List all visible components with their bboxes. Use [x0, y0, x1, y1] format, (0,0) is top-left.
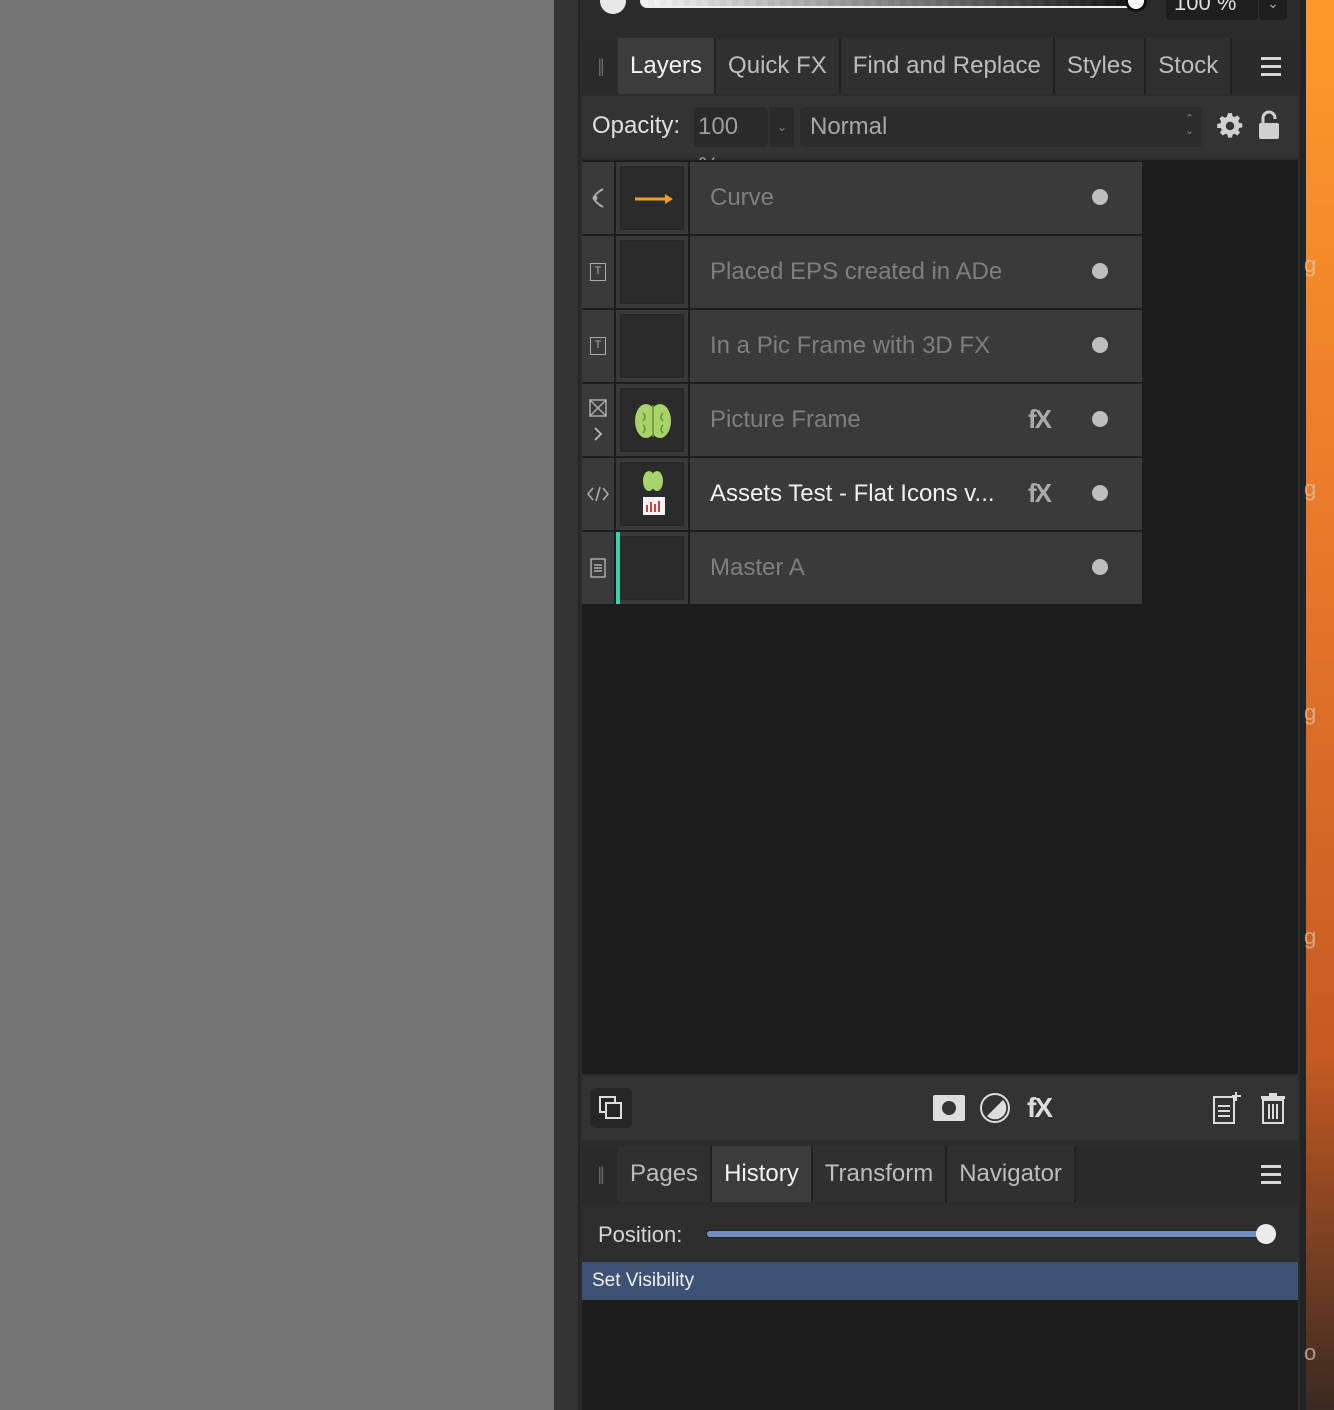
history-list[interactable]: Set Visibility: [582, 1262, 1298, 1410]
layer-thumbnail: [620, 166, 684, 230]
panel-menu-icon[interactable]: [1244, 38, 1298, 94]
layers-studio-tabbar: || Layers Quick FX Find and Replace Styl…: [582, 38, 1298, 94]
arrange-icon: [599, 1096, 622, 1119]
layer-name[interactable]: In a Pic Frame with 3D FX: [710, 332, 990, 360]
history-item[interactable]: Set Visibility: [582, 1262, 1298, 1300]
mask-icon: [933, 1095, 965, 1121]
fx-icon[interactable]: fX: [1028, 478, 1052, 509]
layer-row-selected[interactable]: Assets Test - Flat Icons v... fX: [582, 458, 1142, 530]
tab-layers[interactable]: Layers: [618, 38, 717, 94]
text-frame-icon: T: [590, 263, 606, 281]
document-canvas[interactable]: [0, 0, 554, 1410]
tab-find-and-replace[interactable]: Find and Replace: [840, 38, 1055, 94]
add-page-icon: [1213, 1092, 1241, 1124]
layer-thumbnail: [620, 388, 684, 452]
text-frame-icon: T: [590, 337, 606, 355]
layers-footer-toolbar: fX: [582, 1076, 1298, 1140]
layer-name[interactable]: Assets Test - Flat Icons v...: [710, 480, 995, 508]
picture-frame-icon: [589, 399, 607, 417]
visibility-toggle[interactable]: [1092, 485, 1108, 501]
master-page-icon: [590, 558, 606, 578]
visibility-toggle[interactable]: [1092, 189, 1108, 205]
layer-name[interactable]: Master A: [710, 554, 805, 582]
layer-opacity-field[interactable]: 100 %: [694, 107, 768, 180]
arrow-right-icon: [635, 194, 673, 204]
layer-properties-bar: Opacity: 100 % ⌄ Normal ⌃⌄: [582, 96, 1298, 180]
opacity-label: Opacity:: [592, 112, 681, 139]
tab-quick-fx[interactable]: Quick FX: [716, 38, 841, 94]
embedded-code-icon: [587, 486, 609, 502]
layer-thumbnail: [620, 240, 684, 304]
opacity-value-field[interactable]: 100 %: [1166, 0, 1258, 20]
mask-button[interactable]: [928, 1088, 970, 1128]
adjustment-button[interactable]: [974, 1088, 1016, 1128]
layers-list[interactable]: Curve T Placed EPS created in ADe T In a…: [582, 160, 1298, 1074]
layer-row[interactable]: Curve: [582, 162, 1142, 234]
curve-node-icon: [592, 188, 604, 208]
visibility-toggle[interactable]: [1092, 337, 1108, 353]
opacity-dropdown[interactable]: ⌄: [1259, 0, 1287, 20]
layer-thumbnail: [620, 462, 684, 526]
expand-chevron-icon[interactable]: [592, 427, 604, 441]
layer-row[interactable]: Picture Frame fX: [582, 384, 1142, 456]
tab-stock[interactable]: Stock: [1146, 38, 1233, 94]
master-indicator-bar: [616, 532, 620, 604]
blend-mode-select[interactable]: Normal ⌃ ⌄: [800, 107, 1202, 147]
visibility-toggle[interactable]: [1092, 559, 1108, 575]
position-label: Position:: [598, 1222, 683, 1247]
trash-icon: [1261, 1093, 1285, 1124]
arrange-button[interactable]: [590, 1088, 632, 1128]
fx-icon[interactable]: fX: [1018, 1088, 1060, 1128]
fx-icon[interactable]: fX: [1028, 404, 1052, 435]
layer-opacity-dropdown[interactable]: ⌄: [770, 107, 794, 147]
panel-gutter: [554, 0, 580, 1410]
delete-button[interactable]: [1252, 1088, 1294, 1128]
adjacent-window-edge: g g g g o: [1300, 0, 1334, 1410]
layer-row[interactable]: T Placed EPS created in ADe: [582, 236, 1142, 308]
visibility-toggle[interactable]: [1092, 411, 1108, 427]
history-position-slider[interactable]: [706, 1230, 1270, 1238]
history-studio-tabbar: || Pages History Transform Navigator: [582, 1146, 1298, 1202]
layer-row[interactable]: Master A: [582, 532, 1142, 604]
history-slider-handle[interactable]: [1256, 1224, 1276, 1244]
layer-name[interactable]: Picture Frame: [710, 406, 861, 434]
tab-styles[interactable]: Styles: [1054, 38, 1147, 94]
history-position-bar: Position:: [582, 1204, 1298, 1262]
brain-icon: [635, 404, 671, 438]
layer-thumbnail: [620, 314, 684, 378]
gear-icon[interactable]: [1216, 112, 1244, 140]
blend-mode-value: Normal: [810, 113, 888, 140]
stepper-arrows-icon: ⌃ ⌄: [1184, 113, 1194, 137]
tab-pages[interactable]: Pages: [618, 1146, 713, 1202]
panel-menu-icon[interactable]: [1244, 1146, 1298, 1202]
layer-name[interactable]: Curve: [710, 184, 774, 212]
tab-history[interactable]: History: [712, 1146, 813, 1202]
panel-grip-icon[interactable]: ||: [582, 38, 618, 94]
tab-navigator[interactable]: Navigator: [947, 1146, 1076, 1202]
brain-chart-icon: [643, 471, 665, 515]
lock-icon[interactable]: [1258, 110, 1280, 140]
visibility-toggle[interactable]: [1092, 263, 1108, 279]
add-page-button[interactable]: [1206, 1088, 1248, 1128]
layer-name[interactable]: Placed EPS created in ADe: [710, 258, 1002, 286]
opacity-gradient-slider[interactable]: [640, 0, 1140, 8]
panel-grip-icon[interactable]: ||: [582, 1146, 618, 1202]
adjustment-icon: [980, 1093, 1010, 1123]
tab-transform[interactable]: Transform: [812, 1146, 948, 1202]
layer-thumbnail: [620, 536, 684, 600]
layer-row[interactable]: T In a Pic Frame with 3D FX: [582, 310, 1142, 382]
